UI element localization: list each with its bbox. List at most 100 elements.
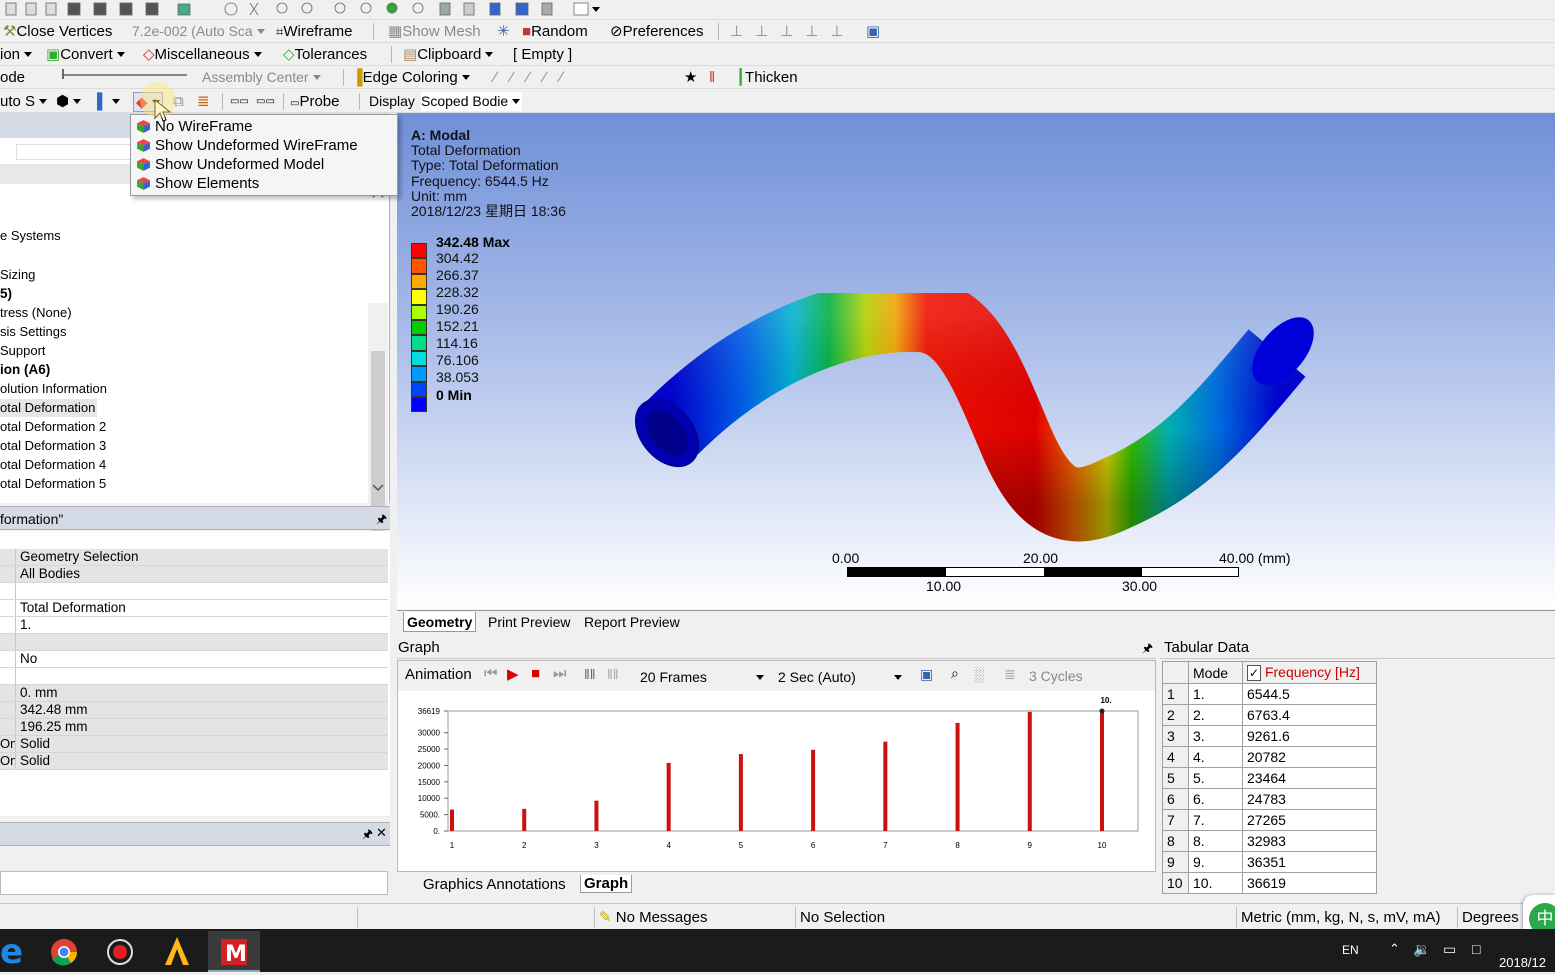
display-scale-dropdown[interactable]: 7.2e-002 (Auto Sca	[132, 22, 265, 41]
graphics-viewport[interactable]: A: Modal Total Deformation Type: Total D…	[397, 113, 1555, 609]
table-row[interactable]: 8 8. 32983	[1162, 830, 1377, 852]
ansys-workbench-taskbar[interactable]	[151, 931, 203, 972]
thin-icon[interactable]: ‖	[709, 68, 715, 87]
pin-panel-icon[interactable]: 🖈	[376, 507, 387, 531]
tree-item[interactable]: otal Deformation 4	[0, 456, 106, 474]
pin-panel-icon[interactable]: 🖈	[362, 825, 373, 846]
table-row[interactable]: 9 9. 36351	[1162, 851, 1377, 873]
mode-slider-thumb[interactable]	[62, 69, 64, 79]
tree-item[interactable]: Support	[0, 342, 46, 360]
snap-tools-icons[interactable]: ⊥⊥⊥⊥⊥	[730, 22, 855, 41]
language-indicator[interactable]: EN	[1342, 943, 1359, 957]
tree-item[interactable]: ion (A6)	[0, 361, 50, 379]
edge-browser-taskbar[interactable]: e	[0, 931, 38, 972]
tree-item[interactable]: 5)	[0, 285, 12, 303]
tree-item[interactable]: otal Deformation	[0, 399, 98, 417]
edge-display-icons[interactable]: ∕∕∕∕∕	[494, 68, 577, 87]
scoped-bodies-dropdown[interactable]: Scoped Bodie	[421, 92, 523, 111]
frequency-column-header[interactable]: ✓ Frequency [Hz]	[1242, 661, 1377, 684]
close-panel-icon[interactable]: ✕	[376, 825, 387, 841]
details-row[interactable]: Total Deformation	[0, 600, 388, 617]
date-display[interactable]: 2018/12	[1499, 955, 1546, 970]
tree-item[interactable]: tress (None)	[0, 304, 72, 322]
probe-button[interactable]: ▭Probe	[290, 92, 339, 111]
checkbox-checked-icon[interactable]: ✓	[1247, 665, 1262, 681]
clipboard-dropdown[interactable]: ▤Clipboard	[403, 45, 494, 64]
export-icon[interactable]: ▣	[866, 22, 880, 41]
tree-item[interactable]: olution Information	[0, 380, 107, 398]
units-status[interactable]: Metric (mm, kg, N, s, mV, mA)	[1236, 907, 1456, 928]
edge-coloring-dropdown[interactable]: ▐Edge Coloring	[352, 68, 470, 87]
tab-geometry[interactable]: Geometry	[403, 612, 477, 632]
tree-item[interactable]: otal Deformation 3	[0, 437, 106, 455]
label-icon-1[interactable]: ▭▭	[230, 92, 249, 111]
table-row[interactable]: 3 3. 9261.6	[1162, 725, 1377, 747]
details-row[interactable]: 0. mm	[0, 685, 388, 702]
details-row[interactable]: No	[0, 651, 388, 668]
grid-icon[interactable]: ░	[974, 666, 984, 682]
tab-print-preview[interactable]: Print Preview	[485, 612, 573, 632]
miscellaneous-dropdown[interactable]: ◇Miscellaneous	[143, 45, 262, 64]
tab-report-preview[interactable]: Report Preview	[581, 612, 683, 632]
zoom-to-fit-icon[interactable]: ⌕	[951, 665, 959, 682]
table-row[interactable]: 4 4. 20782	[1162, 746, 1377, 768]
details-row[interactable]: 342.48 mm	[0, 702, 388, 719]
pin-icon[interactable]: ★	[684, 68, 697, 87]
next-frame-icon[interactable]: ⏭	[553, 665, 567, 682]
max-min-icon[interactable]: ≣	[197, 92, 210, 111]
messages-indicator[interactable]: ✎ No Messages	[594, 907, 794, 928]
random-colors-button[interactable]: ■Random	[522, 22, 588, 41]
close-vertices-button[interactable]: ⚒Close Vertices	[3, 22, 112, 41]
table-row[interactable]: 7 7. 27265	[1162, 809, 1377, 831]
recorder-taskbar[interactable]	[94, 931, 146, 972]
battery-icon[interactable]: ▭	[1443, 941, 1456, 958]
assembly-center-dropdown[interactable]: Assembly Center	[202, 68, 321, 87]
show-mesh-button[interactable]: ▦Show Mesh	[388, 22, 481, 41]
frequency-bar[interactable]	[666, 762, 671, 831]
frequency-bar[interactable]	[450, 809, 454, 831]
tray-expand-icon[interactable]: ⌃	[1389, 941, 1400, 957]
previous-frame-icon[interactable]: ⏮	[484, 665, 498, 682]
contour-bands-dropdown[interactable]: ▌	[97, 92, 120, 111]
distributed-frames-icon[interactable]: ‖‖	[584, 666, 596, 682]
geometry-display-dropdown[interactable]: ⬢	[56, 92, 82, 111]
mechanical-taskbar-active[interactable]: M	[208, 931, 260, 972]
frequency-bar[interactable]	[594, 800, 599, 831]
network-icon[interactable]: □	[1472, 941, 1480, 957]
details-row[interactable]: On Solid	[0, 736, 388, 753]
tree-item[interactable]: e Systems	[0, 227, 61, 245]
details-row[interactable]	[0, 583, 388, 600]
tree-item[interactable]: otal Deformation 2	[0, 418, 106, 436]
table-row[interactable]: 2 2. 6763.4	[1162, 704, 1377, 726]
preferences-button[interactable]: ⊘Preferences	[610, 22, 703, 41]
frequency-bar[interactable]	[955, 722, 960, 831]
details-row[interactable]: On Solid	[0, 753, 388, 770]
wireframe-menu-item[interactable]: Show Undeformed WireFrame	[133, 136, 395, 155]
frequency-bar[interactable]	[811, 749, 816, 831]
wireframe-menu-item[interactable]: Show Elements	[133, 174, 395, 193]
details-row[interactable]: All Bodies	[0, 566, 388, 583]
frequency-bar[interactable]	[738, 754, 743, 831]
duration-dropdown[interactable]: 2 Sec (Auto)	[778, 668, 904, 687]
volume-icon[interactable]: 🔉	[1413, 941, 1430, 958]
table-row[interactable]: 1 1. 6544.5	[1162, 683, 1377, 705]
scroll-down-icon[interactable]	[371, 483, 385, 493]
thicken-button[interactable]: ┃Thicken	[736, 68, 798, 87]
connection-dropdown[interactable]: ion	[0, 45, 33, 64]
convert-dropdown[interactable]: ▣Convert	[46, 45, 125, 64]
table-row[interactable]: 6 6. 24783	[1162, 788, 1377, 810]
result-sets-icon[interactable]: ‖‖	[607, 666, 619, 682]
details-row[interactable]: 196.25 mm	[0, 719, 388, 736]
pin-panel-icon[interactable]: 🖈	[1142, 637, 1153, 659]
chrome-taskbar[interactable]	[38, 931, 90, 972]
label-icon-2[interactable]: ▭▭	[256, 92, 275, 111]
tab-graphics-annotations[interactable]: Graphics Annotations	[423, 876, 566, 893]
tab-graph[interactable]: Graph	[580, 875, 633, 893]
stop-icon[interactable]: ■	[531, 665, 540, 682]
frequency-bar[interactable]	[1100, 711, 1104, 831]
auto-scale-dropdown[interactable]: uto S	[0, 92, 48, 111]
toolbar-icon-strip[interactable]	[0, 1, 610, 19]
deformed-pipe-model[interactable]	[627, 293, 1337, 593]
frequency-bar[interactable]	[1027, 711, 1032, 831]
details-row[interactable]	[0, 668, 388, 685]
